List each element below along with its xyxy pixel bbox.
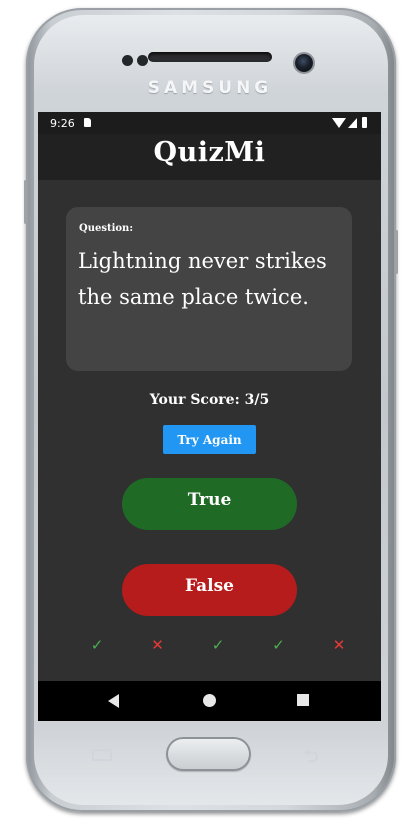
hardware-home-button[interactable]: [166, 737, 251, 771]
home-icon[interactable]: [203, 694, 216, 707]
check-icon: ✓: [272, 636, 285, 654]
hardware-back-icon[interactable]: ⮌: [304, 744, 318, 774]
sd-card-icon: [84, 118, 91, 127]
question-text: Lightning never strikes the same place t…: [78, 249, 327, 309]
app-bar: QuizMi: [38, 134, 381, 180]
status-time: 9:26: [50, 117, 75, 130]
hardware-recents-icon[interactable]: [92, 749, 112, 761]
wifi-icon: [332, 118, 346, 128]
status-bar: 9:26: [38, 112, 381, 134]
app-title: QuizMi: [153, 137, 266, 168]
cross-icon: ✕: [332, 636, 346, 654]
front-camera: [295, 54, 313, 72]
signal-icon: [348, 118, 357, 128]
app-screen: 9:26 QuizMi Question: Lightning never st…: [38, 112, 381, 721]
check-icon: ✓: [90, 636, 104, 654]
score-tracker: ✓ ✕ ✓ ✓ ✕: [86, 634, 350, 656]
recents-icon[interactable]: [297, 694, 309, 706]
question-label: Question:: [79, 223, 134, 234]
check-icon: ✓: [211, 636, 225, 654]
side-volume-key: [24, 180, 27, 224]
false-button[interactable]: False: [122, 564, 297, 616]
cross-icon: ✕: [151, 636, 164, 654]
score-text: Your Score: 3/5: [149, 392, 270, 408]
back-icon[interactable]: [108, 694, 119, 708]
question-card: Question: Lightning never strikes the sa…: [66, 207, 352, 371]
battery-icon: [362, 117, 367, 128]
side-power-key: [395, 230, 398, 274]
try-again-button[interactable]: Try Again: [163, 425, 256, 454]
sensor-dot-left: [122, 55, 133, 66]
device-brand: SAMSUNG: [147, 78, 273, 98]
true-button[interactable]: True: [122, 478, 297, 530]
navigation-bar: [38, 681, 381, 721]
sensor-dot-right: [137, 55, 148, 66]
earpiece-speaker: [148, 52, 272, 62]
